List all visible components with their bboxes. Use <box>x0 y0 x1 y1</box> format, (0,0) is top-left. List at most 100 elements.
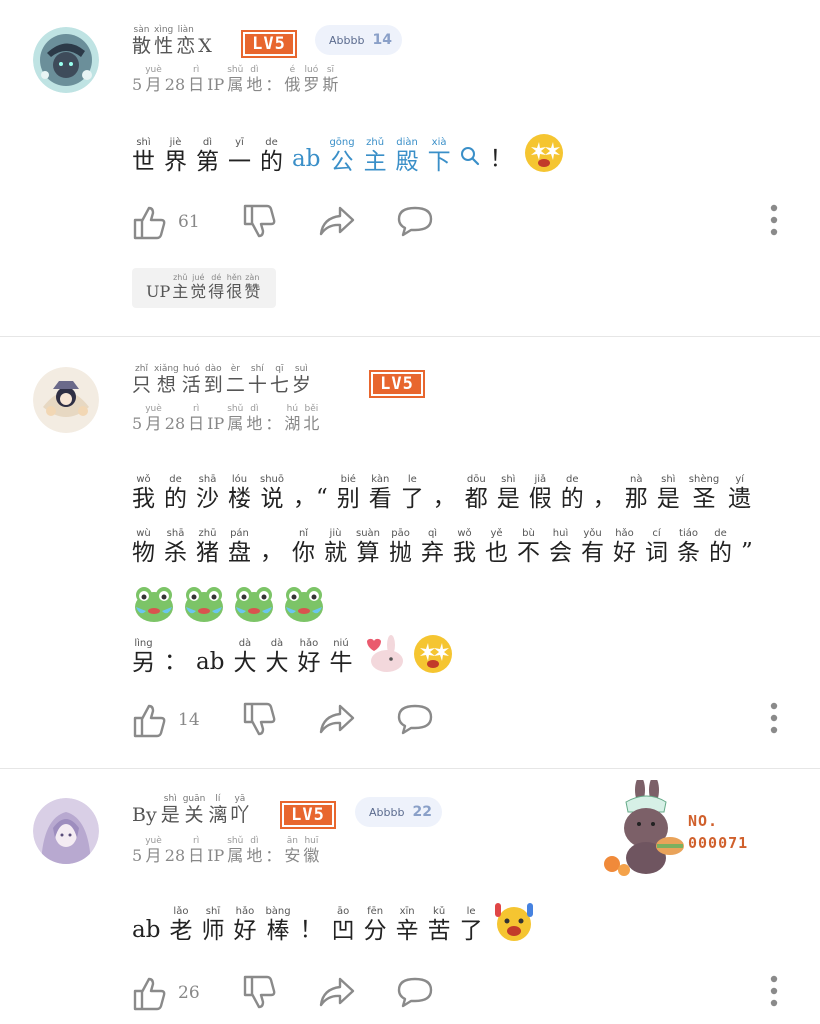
fan-badge[interactable]: Abbbb 14 <box>315 25 402 55</box>
pinyin: cí <box>652 528 661 539</box>
pinyin: ān <box>286 836 298 846</box>
fan-badge[interactable]: Abbbb 22 <box>355 797 442 827</box>
ruby-char: lí 漓 <box>208 795 227 825</box>
reply-button[interactable] <box>396 204 434 238</box>
reply-button[interactable] <box>396 702 434 736</box>
ruby-char: shì 是 <box>497 475 520 511</box>
more-button[interactable] <box>770 702 778 734</box>
like-button[interactable]: 61 <box>132 204 200 240</box>
ruby-char: dōu 都 <box>465 475 488 511</box>
ruby-char: huó 活 <box>182 365 201 395</box>
pinyin: shī <box>205 906 221 917</box>
plain-text: 28 <box>164 846 186 865</box>
mention-link-char[interactable]: xià 下 <box>428 138 451 174</box>
starry-eyes-emoji <box>522 130 566 174</box>
plain-text: ， <box>432 485 456 511</box>
dislike-button[interactable] <box>242 702 276 738</box>
more-button[interactable] <box>770 975 778 1007</box>
hanzi: 世 <box>132 149 155 175</box>
more-vertical-icon <box>770 204 778 236</box>
ruby-char: le 了 <box>460 907 483 943</box>
ruby-char: yǒu 有 <box>581 529 604 565</box>
pinyin: guān <box>182 794 206 804</box>
hanzi: 安 <box>284 846 301 865</box>
ruby-char: huì 会 <box>549 529 572 565</box>
plain-text: ab <box>132 917 161 943</box>
ruby-char: shì 是 <box>657 475 680 511</box>
mention-link-char[interactable]: zhǔ 主 <box>364 138 387 174</box>
ruby-char: kǔ 苦 <box>428 907 451 943</box>
dislike-button[interactable] <box>242 204 276 240</box>
reply-button[interactable] <box>396 975 434 1009</box>
comment-card: sàn 散 xìng 性 liàn 恋 X LV5 Abbbb 14 5 yuè 月 28 rì 日 I… <box>0 0 820 336</box>
username[interactable]: By shì 是 guān 关 lí 漓 yā 吖 <box>132 795 252 825</box>
hanzi: 月 <box>145 75 162 94</box>
ruby-char: dào 到 <box>204 365 223 395</box>
username[interactable]: sàn 散 xìng 性 liàn 恋 X <box>132 26 216 56</box>
mention-link-text[interactable]: ab <box>292 146 320 172</box>
pinyin: jiè <box>169 137 182 148</box>
ruby-char: shì 是 <box>161 795 180 825</box>
hanzi: 十 <box>247 374 267 396</box>
crying-frog-emoji <box>182 581 226 625</box>
hanzi: 杀 <box>164 540 187 566</box>
pinyin: sī <box>326 65 335 75</box>
action-bar: 61 <box>132 204 792 244</box>
dislike-button[interactable] <box>242 975 276 1011</box>
ruby-char: shǔ 属 <box>227 837 243 864</box>
ruby-char: shǔ 属 <box>227 405 243 432</box>
pinyin: huī <box>304 836 319 846</box>
avatar[interactable] <box>33 798 99 864</box>
share-button[interactable] <box>318 702 356 736</box>
like-button[interactable]: 14 <box>132 702 200 738</box>
hanzi: 是 <box>160 804 180 826</box>
fan-badge-name: Abbbb <box>369 805 405 819</box>
thumbs-up-icon <box>132 702 166 738</box>
mention-link-char[interactable]: gōng 公 <box>329 138 354 174</box>
ruby-char: suàn 算 <box>356 529 380 565</box>
hanzi: 散 <box>132 35 152 57</box>
ruby-char: yī 一 <box>228 138 251 174</box>
plain-text: ： <box>265 846 282 865</box>
share-button[interactable] <box>318 204 356 238</box>
thumbs-down-icon <box>242 975 276 1011</box>
hanzi: 七 <box>269 374 289 396</box>
pinyin: shǔ <box>227 404 244 414</box>
hanzi: 地 <box>246 846 263 865</box>
ruby-char: yuè 月 <box>145 405 162 432</box>
hanzi: 日 <box>188 414 205 433</box>
mention-link-char[interactable]: diàn 殿 <box>396 138 419 174</box>
share-button[interactable] <box>318 975 356 1009</box>
like-button[interactable]: 26 <box>132 975 200 1011</box>
avatar[interactable] <box>33 367 99 433</box>
pinyin: xià <box>431 137 447 148</box>
pinyin: zàn <box>245 273 260 282</box>
username[interactable]: zhǐ 只 xiǎng 想 huó 活 dào 到 èr 二 shí 十 qī 七 suì 岁 <box>132 365 314 395</box>
hanzi: 看 <box>368 486 392 512</box>
comment-line: lìng 另： ab dà 大 dà 大 hǎo 好 niú 牛 <box>132 631 461 675</box>
ruby-char: shā 杀 <box>164 529 187 565</box>
pinyin: fēn <box>367 906 384 917</box>
pinyin: kǔ <box>433 906 446 917</box>
pinyin: zhǔ <box>366 137 385 148</box>
hanzi: 了 <box>459 918 483 944</box>
crying-frog-emoji <box>282 581 326 625</box>
hanzi: 北 <box>303 414 320 433</box>
ruby-char: sàn 散 <box>132 26 151 56</box>
thumbs-up-icon <box>132 204 166 240</box>
action-bar: 14 <box>132 702 792 742</box>
more-button[interactable] <box>770 204 778 236</box>
search-icon[interactable] <box>460 146 480 172</box>
hanzi: 公 <box>330 149 354 175</box>
plain-text: 5 <box>132 75 143 94</box>
hanzi: 别 <box>336 486 360 512</box>
pinyin: de <box>566 474 579 485</box>
more-vertical-icon <box>770 975 778 1007</box>
avatar[interactable] <box>33 27 99 93</box>
ruby-char: jiè 界 <box>164 138 187 174</box>
plain-text: ： <box>265 75 282 94</box>
decoration-card[interactable]: NO. 000071 <box>600 780 770 880</box>
pinyin: suì <box>294 364 308 374</box>
pinyin: āo <box>336 906 350 917</box>
ruby-char: dì 地 <box>246 837 262 864</box>
